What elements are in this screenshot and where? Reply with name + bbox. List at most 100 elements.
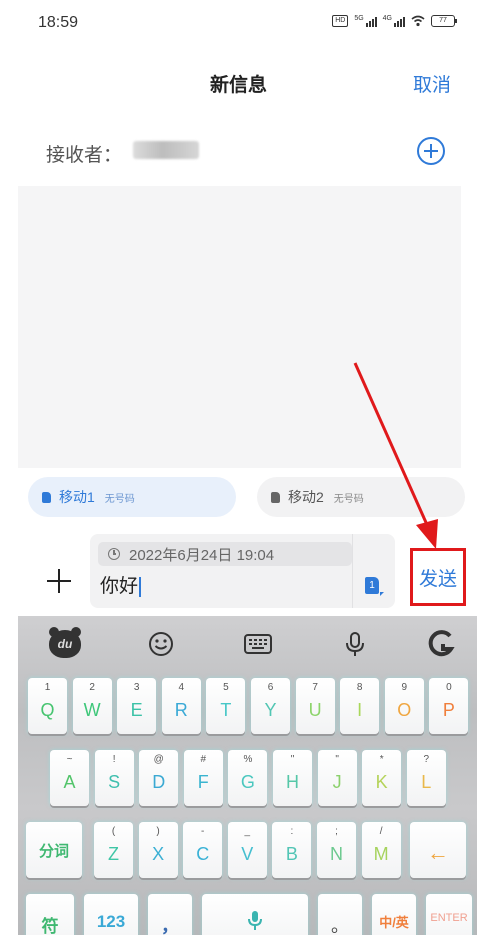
space-mic-icon bbox=[248, 911, 262, 930]
key-f[interactable]: # F bbox=[183, 750, 223, 806]
key-u[interactable]: 7U bbox=[295, 678, 335, 734]
comma-key[interactable]: ， bbox=[148, 894, 192, 935]
key-k-symbol: * bbox=[379, 754, 384, 765]
key-a-label: A bbox=[63, 772, 76, 792]
key-s-symbol: ! bbox=[112, 754, 116, 765]
microphone-icon[interactable] bbox=[340, 628, 370, 660]
key-f-symbol: # bbox=[200, 754, 207, 765]
key-o-symbol: 9 bbox=[401, 682, 408, 693]
key-w-label: W bbox=[83, 700, 101, 720]
backspace-key[interactable]: ← bbox=[410, 822, 466, 878]
key-n-symbol: ; bbox=[335, 826, 338, 837]
key-h[interactable]: " H bbox=[273, 750, 312, 806]
add-contact-icon[interactable] bbox=[417, 137, 445, 165]
du-logo-icon[interactable]: du bbox=[48, 627, 82, 660]
key-z[interactable]: (Z bbox=[94, 822, 133, 878]
message-area bbox=[18, 186, 461, 468]
key-w[interactable]: 2W bbox=[72, 678, 112, 734]
key-g-label: G bbox=[240, 772, 255, 792]
compose-divider bbox=[352, 534, 353, 608]
key-d[interactable]: @ D bbox=[139, 750, 179, 806]
scheduled-send-chip[interactable]: 2022年6月24日 19:04 bbox=[98, 542, 352, 566]
key-t-symbol: 5 bbox=[223, 682, 229, 693]
period-key-label: 。 bbox=[331, 916, 349, 935]
key-m[interactable]: / M bbox=[361, 822, 401, 878]
recipient-input[interactable] bbox=[133, 141, 199, 159]
key-v-label: V bbox=[241, 844, 254, 864]
sim-card-icon bbox=[271, 491, 280, 503]
period-key[interactable]: 。 bbox=[318, 894, 362, 935]
key-u-label: U bbox=[308, 700, 322, 720]
key-y-label: Y bbox=[264, 700, 277, 720]
attach-plus-icon[interactable] bbox=[46, 568, 72, 594]
key-a[interactable]: ~ A bbox=[50, 750, 89, 806]
key-x-label: X bbox=[152, 844, 165, 864]
number-key[interactable]: 123 bbox=[84, 894, 138, 935]
hd-icon: HD bbox=[332, 15, 349, 27]
clock-icon bbox=[108, 548, 120, 560]
wifi-icon bbox=[411, 15, 425, 27]
key-s-label: S bbox=[108, 772, 121, 792]
cancel-button[interactable]: 取消 bbox=[413, 70, 451, 97]
segment-key[interactable]: 分词 bbox=[26, 822, 82, 878]
key-p-symbol: 0 bbox=[446, 682, 452, 693]
soft-keyboard: du 1 Q 2 W 3 E 4 R 5 T 6 Y 7 U 8 I 9 O 0 P ~ A! S @ D # F% G " H " J * K?… bbox=[18, 616, 477, 935]
battery-icon: 77 bbox=[431, 15, 457, 27]
key-j[interactable]: " J bbox=[317, 750, 357, 806]
key-k-label: K bbox=[375, 772, 388, 792]
key-p-label: P bbox=[442, 700, 455, 720]
signal-4g-icon: 4G bbox=[383, 15, 405, 27]
key-u-symbol: 7 bbox=[312, 682, 318, 693]
du-logo-text: du bbox=[49, 627, 81, 658]
space-key[interactable] bbox=[202, 894, 308, 935]
symbol-key[interactable]: 符 bbox=[26, 894, 74, 935]
key-t[interactable]: 5T bbox=[206, 678, 246, 734]
key-y-symbol: 6 bbox=[267, 682, 274, 693]
key-x[interactable]: ) X bbox=[138, 822, 178, 878]
enter-key-label: ENTER bbox=[430, 912, 468, 924]
key-g[interactable]: % G bbox=[228, 750, 268, 806]
key-i[interactable]: 8I bbox=[340, 678, 380, 734]
key-v[interactable]: _ V bbox=[227, 822, 267, 878]
language-switch-key-label: 中/英 bbox=[379, 915, 409, 930]
status-icons: HD 5G 4G 77 bbox=[332, 15, 457, 27]
key-e[interactable]: 3E bbox=[117, 678, 157, 734]
key-c[interactable]: -C bbox=[183, 822, 223, 878]
key-z-symbol: ( bbox=[111, 826, 116, 837]
send-button[interactable]: 发送 bbox=[410, 548, 466, 606]
message-input[interactable]: 你好 bbox=[100, 574, 340, 600]
signal-4g-label: 4G bbox=[382, 15, 392, 22]
text-cursor bbox=[139, 576, 142, 597]
enter-key[interactable]: ENTER bbox=[426, 894, 472, 935]
keyboard-toolbar: du bbox=[18, 616, 477, 672]
g-logo-icon[interactable] bbox=[424, 628, 458, 660]
symbol-key-label: 符 bbox=[41, 917, 59, 935]
key-o-label: O bbox=[397, 700, 412, 720]
key-e-label: E bbox=[130, 700, 143, 720]
key-r-symbol: 4 bbox=[178, 682, 185, 693]
key-y[interactable]: 6Y bbox=[251, 678, 290, 734]
status-bar: 18:59 HD 5G 4G 77 bbox=[0, 0, 477, 46]
key-e-symbol: 3 bbox=[133, 682, 140, 693]
key-c-label: C bbox=[196, 844, 210, 864]
sim2-option[interactable]: 移动2 无号码 bbox=[257, 477, 465, 517]
key-q[interactable]: 1Q bbox=[28, 678, 67, 734]
sim1-option[interactable]: 移动1 无号码 bbox=[28, 477, 236, 517]
language-switch-key[interactable]: 中/英 bbox=[372, 894, 416, 935]
key-l[interactable]: ? L bbox=[406, 750, 446, 806]
key-c-symbol: - bbox=[201, 826, 205, 837]
key-n[interactable]: ; N bbox=[317, 822, 356, 878]
sim-card-icon bbox=[42, 491, 51, 503]
key-b[interactable]: :B bbox=[272, 822, 312, 878]
key-p[interactable]: 0P bbox=[429, 678, 469, 734]
key-i-label: I bbox=[357, 700, 363, 720]
keyboard-icon[interactable] bbox=[243, 628, 273, 660]
status-time: 18:59 bbox=[38, 14, 79, 31]
key-k[interactable]: * K bbox=[362, 750, 402, 806]
emoji-icon[interactable] bbox=[146, 628, 176, 660]
key-r[interactable]: 4R bbox=[161, 678, 201, 734]
key-s[interactable]: ! S bbox=[94, 750, 134, 806]
key-v-symbol: _ bbox=[244, 826, 251, 837]
key-o[interactable]: 9O bbox=[384, 678, 424, 734]
sim-select-icon[interactable]: 1 bbox=[365, 577, 379, 594]
